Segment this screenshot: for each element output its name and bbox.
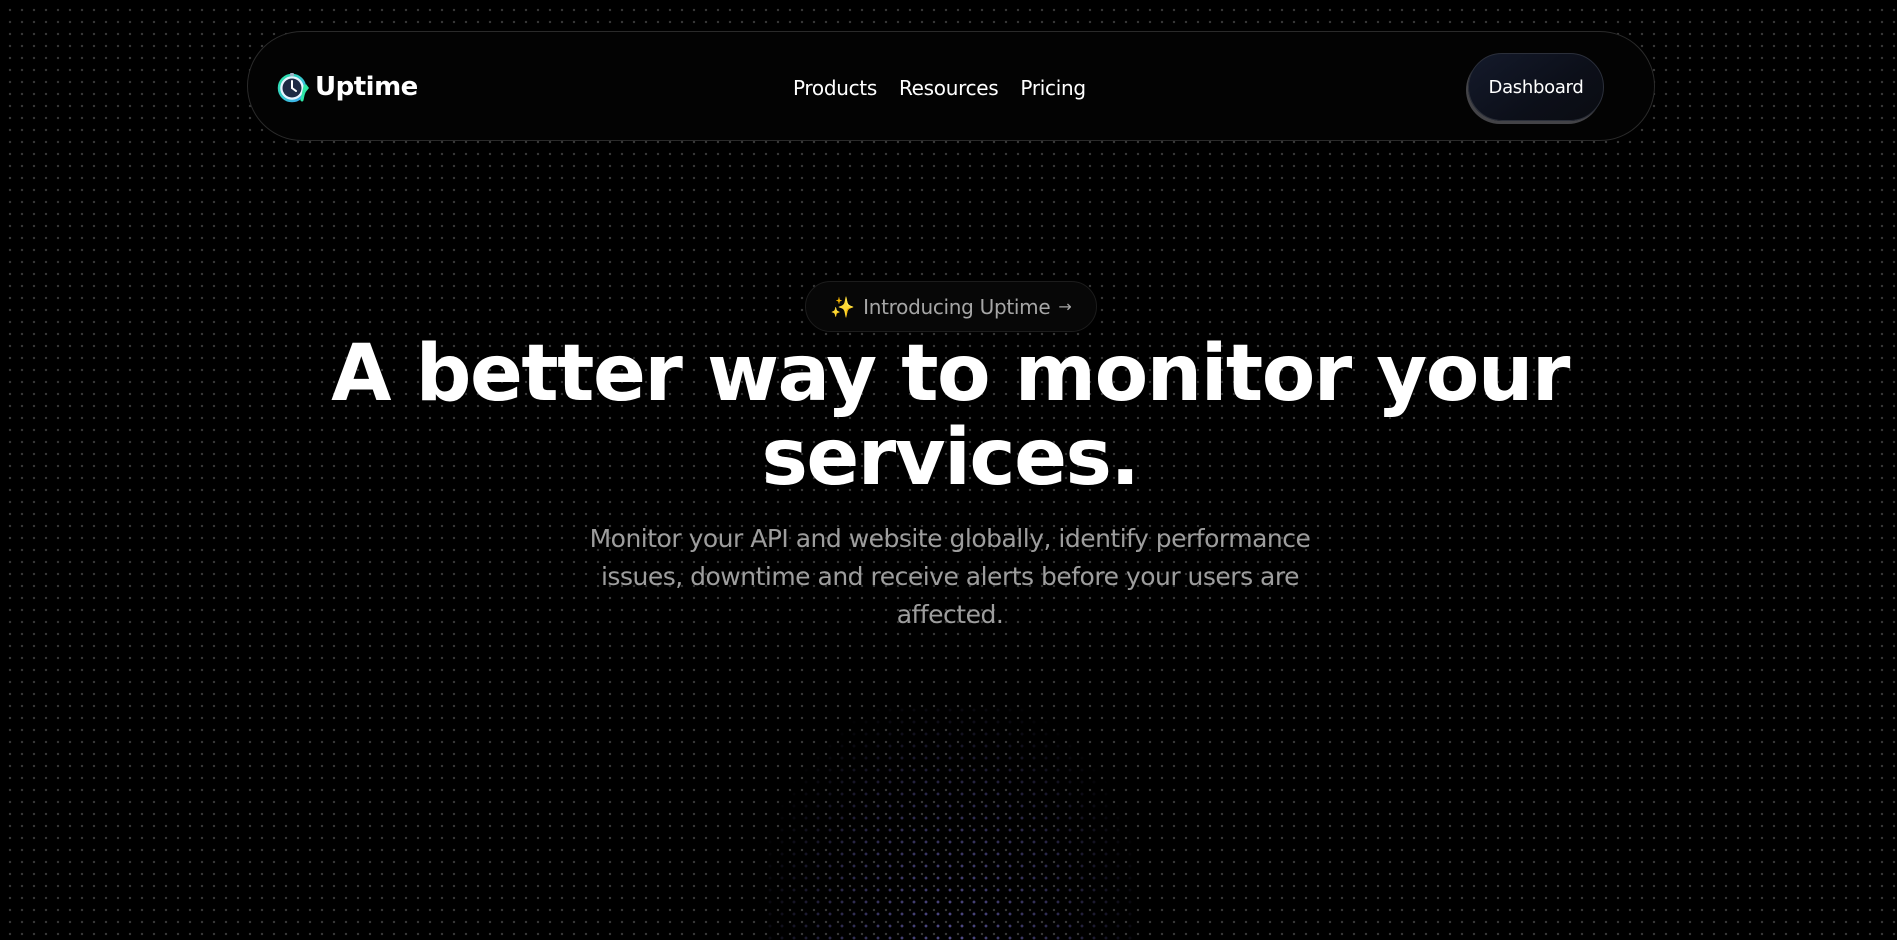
background-glow (760, 700, 1140, 940)
nav-link-resources[interactable]: Resources (899, 76, 999, 100)
hero-headline-line-1: A better way to monitor your (331, 329, 1570, 419)
main-nav: Products Resources Pricing (793, 76, 1108, 100)
stopwatch-arrow-icon (277, 73, 309, 103)
sparkles-icon: ✨ (830, 294, 856, 319)
introducing-badge-text: Introducing Uptime (863, 294, 1051, 319)
nav-link-products[interactable]: Products (793, 76, 877, 100)
navbar: Uptime Products Resources Pricing Dashbo… (247, 31, 1655, 141)
introducing-badge-link[interactable]: ✨ Introducing Uptime → (805, 281, 1097, 332)
hero-headline: A better way to monitor your services. (300, 332, 1600, 500)
dashboard-button[interactable]: Dashboard (1468, 53, 1604, 121)
nav-link-pricing[interactable]: Pricing (1020, 76, 1086, 100)
arrow-right-icon: → (1058, 297, 1072, 316)
hero-headline-line-2: services. (761, 413, 1140, 503)
hero-subheadline: Monitor your API and website globally, i… (589, 524, 1311, 629)
brand-name: Uptime (315, 72, 418, 102)
brand-link[interactable]: Uptime (276, 70, 418, 104)
